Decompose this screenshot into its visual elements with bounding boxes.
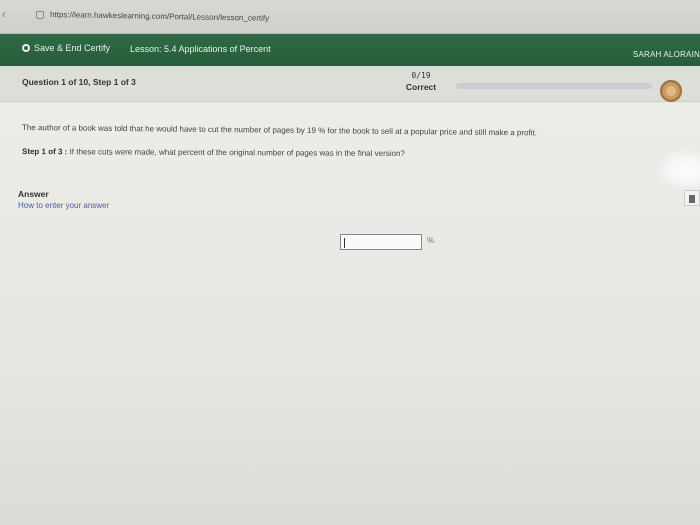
answer-input[interactable] [340,234,422,250]
progress-bar [456,83,652,89]
main-content: The author of a book was told that he wo… [0,103,700,525]
step-question: If these cuts were made, what percent of… [69,147,405,159]
save-end-certify-button[interactable]: Save & End Certify [22,43,110,53]
how-to-enter-answer-link[interactable]: How to enter your answer [18,201,109,210]
score-count: 0/19 [411,71,431,80]
lesson-title: Lesson: 5.4 Applications of Percent [130,44,271,54]
side-panel-icon [689,195,695,203]
save-end-certify-label: Save & End Certify [34,43,111,53]
answer-label: Answer [18,189,49,199]
medal-icon [660,80,682,102]
lock-icon [36,11,44,19]
browser-url-bar: ‹ https://learn.hawkeslearning.com/Porta… [0,0,700,34]
score-display: 0/19 Correct [396,71,446,92]
question-bar: Question 1 of 10, Step 1 of 3 0/19 Corre… [0,66,700,102]
step-prompt: Step 1 of 3 : If these cuts were made, w… [22,147,405,158]
user-name[interactable]: SARAH ALORAIN [633,50,700,59]
back-arrow-icon[interactable]: ‹ [2,9,6,21]
url-text[interactable]: https://learn.hawkeslearning.com/Portal/… [50,10,269,23]
app-header: Save & End Certify Lesson: 5.4 Applicati… [0,34,700,66]
step-prefix: Step 1 of 3 : [21,147,68,157]
percent-unit: % [427,236,435,245]
side-panel-tab[interactable] [684,190,700,206]
question-title: Question 1 of 10, Step 1 of 3 [22,77,136,87]
save-icon [22,44,30,52]
problem-text: The author of a book was told that he wo… [21,123,538,138]
score-label: Correct [405,82,437,92]
